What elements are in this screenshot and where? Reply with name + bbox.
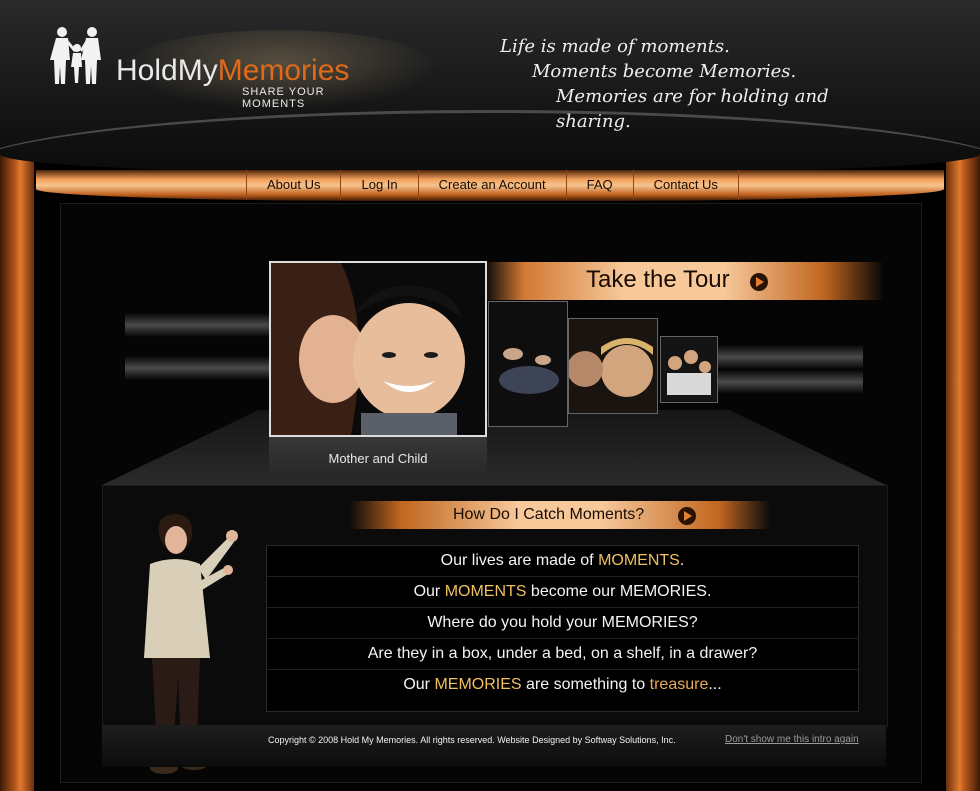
header-quote: Life is made of moments. Moments become … <box>500 34 880 134</box>
intro-text-line: Our MEMORIES are something to treasure..… <box>267 670 858 700</box>
nav-create-account[interactable]: Create an Account <box>419 170 567 200</box>
light-beam <box>125 356 270 380</box>
intro-text-box: Our lives are made of MOMENTS. Our MOMENT… <box>266 545 859 712</box>
right-orange-pillar <box>946 150 980 791</box>
photo-thumbnail-image <box>569 319 657 413</box>
highlighted-word: MOMENTS <box>598 552 680 569</box>
tour-thumbnail-3[interactable] <box>660 336 718 403</box>
nav-contact-us[interactable]: Contact Us <box>634 170 739 200</box>
family-silhouette-icon <box>50 27 101 84</box>
left-orange-pillar <box>0 150 34 791</box>
photo-caption: Mother and Child <box>328 451 428 466</box>
intro-text-line: Our lives are made of MOMENTS. <box>267 546 858 577</box>
intro-text-fragment: Our lives are made of <box>440 552 599 569</box>
featured-photo[interactable] <box>269 261 487 437</box>
highlighted-word: MEMORIES <box>434 676 522 693</box>
footer-bar <box>102 725 886 767</box>
intro-text-line: Are they in a box, under a bed, on a she… <box>267 639 858 670</box>
intro-text-fragment: ... <box>708 676 722 693</box>
logo-wordmark-part1: HoldMy <box>116 54 218 87</box>
intro-text-fragment: Are they in a box, under a bed, on a she… <box>367 645 758 662</box>
site-header: HoldMyMemories SHARE YOUR MOMENTS Life i… <box>0 0 980 175</box>
nav-about-us[interactable]: About Us <box>247 170 342 200</box>
dont-show-intro-link[interactable]: Don't show me this intro again <box>725 734 859 745</box>
intro-text-line: Where do you hold your MEMORIES? <box>267 608 858 639</box>
tour-thumbnail-2[interactable] <box>568 318 658 414</box>
highlighted-word: MOMENTS <box>444 583 527 600</box>
logo-wordmark: HoldMyMemories <box>116 54 349 88</box>
intro-text-fragment: Our <box>403 676 435 693</box>
light-beam <box>718 345 863 369</box>
photo-thumbnail-image <box>489 302 567 426</box>
light-beam <box>718 370 863 394</box>
how-do-i-catch-moments-button[interactable]: How Do I Catch Moments? <box>453 506 644 524</box>
quote-line: Moments become Memories. <box>532 61 797 82</box>
play-arrow-icon[interactable] <box>678 507 696 525</box>
site-logo[interactable]: HoldMyMemories SHARE YOUR MOMENTS <box>48 26 388 110</box>
quote-line: Life is made of moments. <box>500 36 730 57</box>
tour-thumbnail-1[interactable] <box>488 301 568 427</box>
nav-log-in[interactable]: Log In <box>341 170 419 200</box>
intro-text-fragment: Where do you hold your MEMORIES? <box>427 614 698 631</box>
intro-text-line: Our MOMENTS become our MEMORIES. <box>267 577 858 608</box>
logo-tagline: SHARE YOUR MOMENTS <box>242 86 325 110</box>
take-the-tour-button[interactable]: Take the Tour <box>586 266 730 294</box>
photo-thumbnail-image <box>661 337 717 402</box>
intro-text-fragment: are something to <box>521 676 650 693</box>
main-nav: About Us Log In Create an Account FAQ Co… <box>246 170 739 200</box>
quote-line: Memories are for holding and sharing. <box>556 86 829 132</box>
intro-text-fragment: . <box>679 552 685 569</box>
play-arrow-icon[interactable] <box>750 273 768 291</box>
light-beam <box>125 313 270 337</box>
highlighted-word: treasure <box>649 676 709 693</box>
intro-text-fragment: Our <box>413 583 445 600</box>
nav-faq[interactable]: FAQ <box>567 170 634 200</box>
intro-text-fragment: become our MEMORIES. <box>526 583 712 600</box>
copyright-text: Copyright © 2008 Hold My Memories. All r… <box>268 735 676 745</box>
mother-and-child-photo <box>271 263 485 435</box>
logo-wordmark-part2: Memories <box>217 54 350 87</box>
